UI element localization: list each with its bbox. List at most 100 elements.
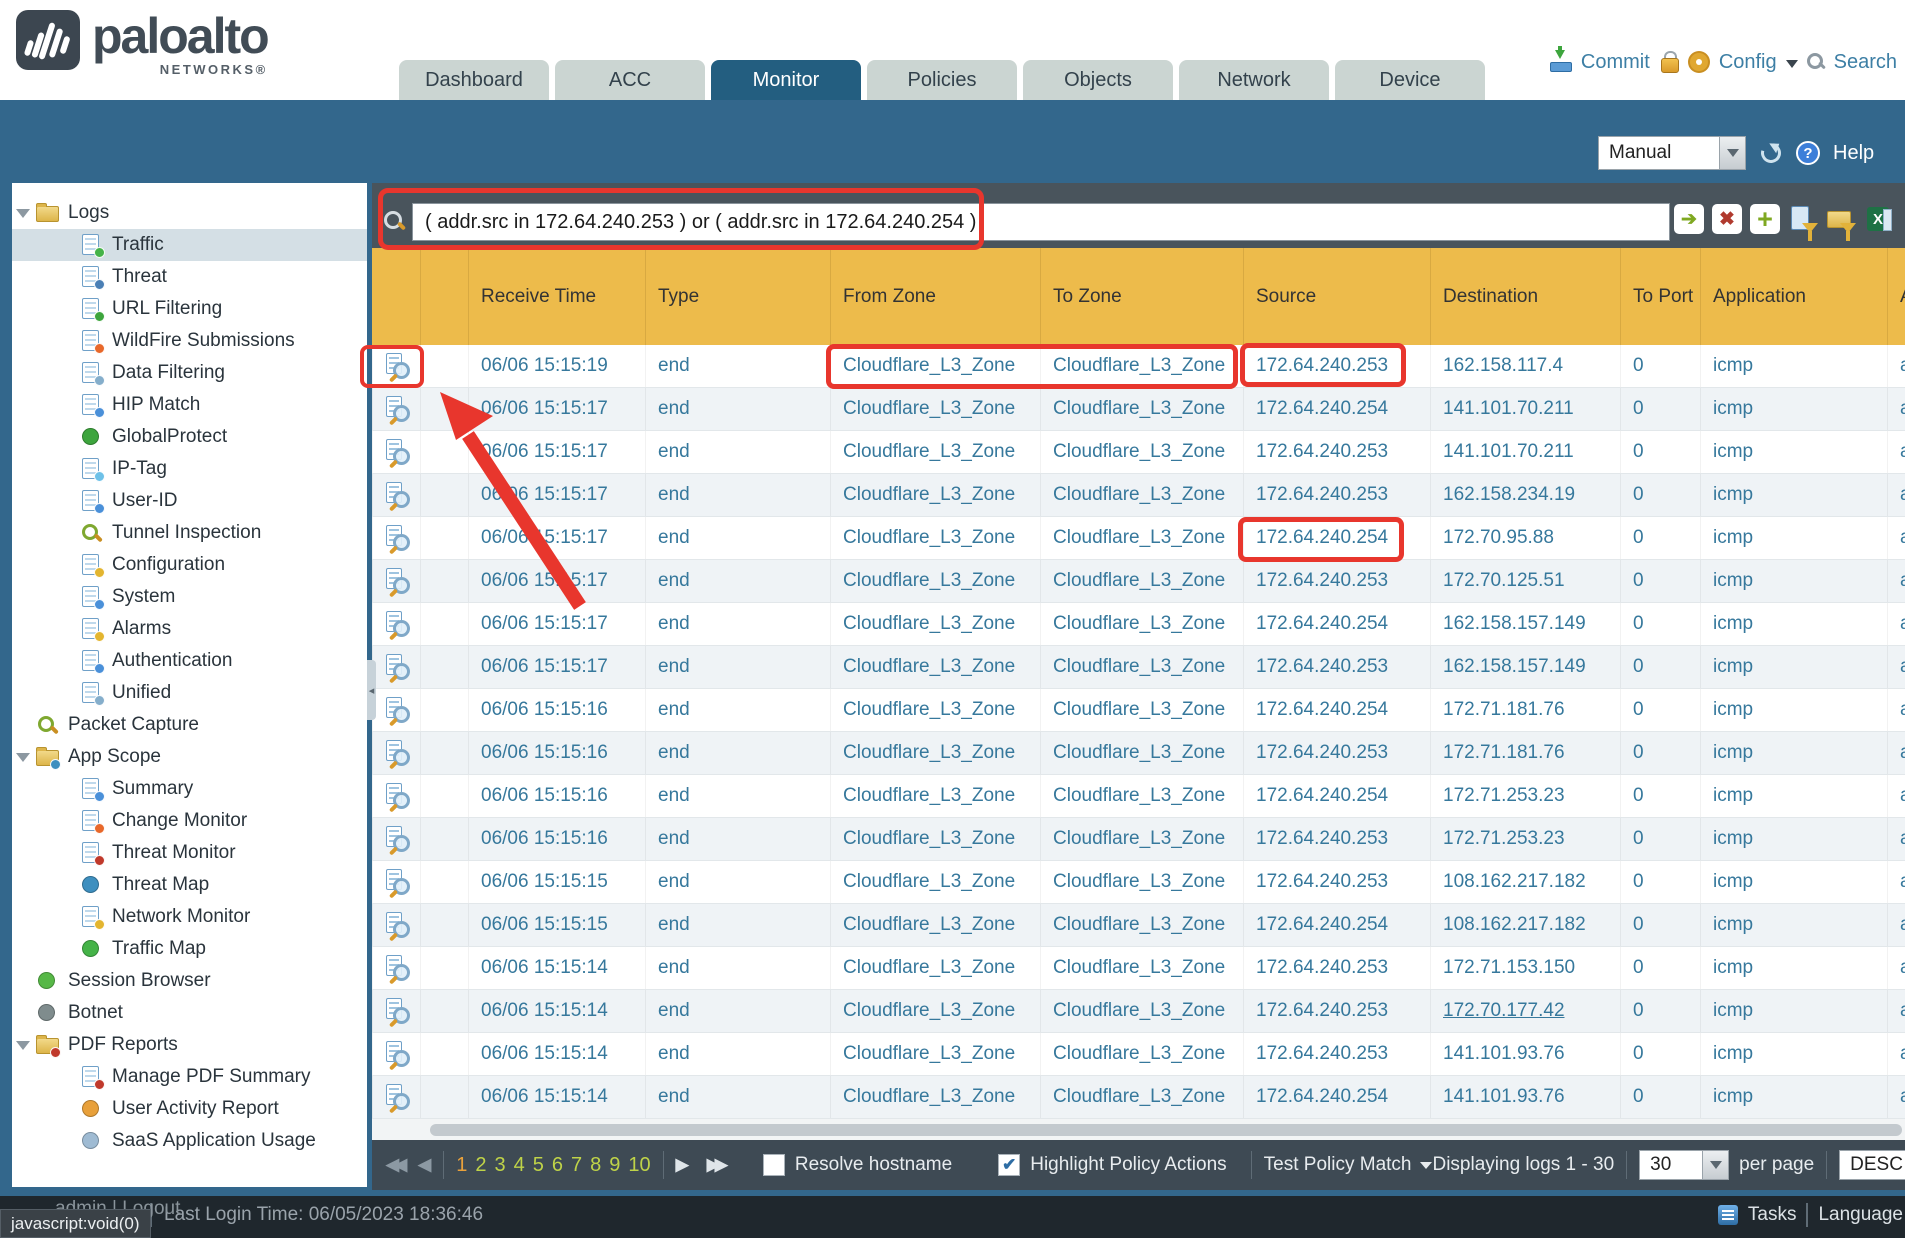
- page-number-1[interactable]: 1: [456, 1154, 467, 1177]
- sidebar-item-change-monitor[interactable]: Change Monitor: [12, 805, 367, 837]
- per-page-select[interactable]: 30: [1639, 1150, 1729, 1180]
- sidebar-item-traffic-map[interactable]: Traffic Map: [12, 933, 367, 965]
- sidebar-item-data-filtering[interactable]: Data Filtering: [12, 357, 367, 389]
- column-header-source[interactable]: Source: [1243, 248, 1430, 345]
- log-detail-magnifier-icon[interactable]: [386, 654, 408, 680]
- commit-button[interactable]: Commit: [1581, 51, 1650, 74]
- page-number-7[interactable]: 7: [571, 1154, 582, 1177]
- refresh-interval-value[interactable]: Manual: [1598, 136, 1720, 170]
- page-number-4[interactable]: 4: [514, 1154, 525, 1177]
- column-header-action[interactable]: Action: [1887, 248, 1905, 345]
- sidebar-item-globalprotect[interactable]: GlobalProtect: [12, 421, 367, 453]
- log-detail-magnifier-icon[interactable]: [386, 783, 408, 809]
- refresh-interval-select[interactable]: Manual: [1598, 136, 1746, 170]
- log-detail-magnifier-icon[interactable]: [386, 396, 408, 422]
- export-csv-button[interactable]: X: [1864, 204, 1894, 234]
- load-filter-button[interactable]: [1826, 204, 1856, 234]
- destination-link[interactable]: 172.70.177.42: [1443, 1000, 1565, 1022]
- sidebar-item-user-activity-report[interactable]: User Activity Report: [12, 1093, 367, 1125]
- clear-filter-button[interactable]: ✖: [1712, 204, 1742, 234]
- sort-order-select[interactable]: DESC: [1839, 1150, 1905, 1180]
- log-detail-magnifier-icon[interactable]: [386, 525, 408, 551]
- tab-monitor[interactable]: Monitor: [711, 60, 861, 100]
- page-number-5[interactable]: 5: [533, 1154, 544, 1177]
- sidebar-item-user-id[interactable]: User-ID: [12, 485, 367, 517]
- log-detail-magnifier-icon[interactable]: [386, 912, 408, 938]
- tab-acc[interactable]: ACC: [555, 60, 705, 100]
- prev-page-button[interactable]: ◀: [418, 1155, 431, 1175]
- last-page-button[interactable]: ▶▶: [707, 1155, 723, 1175]
- tasks-button[interactable]: Tasks: [1748, 1204, 1797, 1226]
- sidebar-item-wildfire-submissions[interactable]: WildFire Submissions: [12, 325, 367, 357]
- resolve-hostname-checkbox[interactable]: [763, 1154, 785, 1176]
- log-detail-magnifier-icon[interactable]: [386, 568, 408, 594]
- sidebar-item-unified[interactable]: Unified: [12, 677, 367, 709]
- highlight-policy-actions-checkbox[interactable]: ✔: [998, 1154, 1020, 1176]
- sidebar-item-botnet[interactable]: Botnet: [12, 997, 367, 1029]
- log-detail-magnifier-icon[interactable]: [386, 1084, 408, 1110]
- log-detail-magnifier-icon[interactable]: [386, 439, 408, 465]
- sidebar-item-manage-pdf-summary[interactable]: Manage PDF Summary: [12, 1061, 367, 1093]
- log-detail-magnifier-icon[interactable]: [386, 955, 408, 981]
- per-page-caret-icon[interactable]: [1703, 1150, 1729, 1180]
- sidebar-item-authentication[interactable]: Authentication: [12, 645, 367, 677]
- horizontal-scrollbar[interactable]: [372, 1119, 1905, 1140]
- column-header-receive-time[interactable]: Receive Time: [468, 248, 645, 345]
- lock-icon[interactable]: [1659, 50, 1679, 74]
- filter-builder-button[interactable]: [1788, 204, 1818, 234]
- expander-icon[interactable]: [16, 209, 30, 218]
- sidebar-item-tunnel-inspection[interactable]: Tunnel Inspection: [12, 517, 367, 549]
- sidebar-item-saas-application-usage[interactable]: SaaS Application Usage: [12, 1125, 367, 1157]
- sidebar-item-threat-map[interactable]: Threat Map: [12, 869, 367, 901]
- per-page-value[interactable]: 30: [1639, 1150, 1703, 1180]
- column-header-from-zone[interactable]: From Zone: [830, 248, 1040, 345]
- sidebar-item-url-filtering[interactable]: URL Filtering: [12, 293, 367, 325]
- sidebar-item-threat[interactable]: Threat: [12, 261, 367, 293]
- sidebar-collapse-handle[interactable]: ◂: [367, 660, 376, 720]
- sidebar-item-ip-tag[interactable]: IP-Tag: [12, 453, 367, 485]
- column-header-to-port[interactable]: To Port: [1620, 248, 1700, 345]
- refresh-interval-caret-icon[interactable]: [1720, 136, 1746, 170]
- sidebar-item-system[interactable]: System: [12, 581, 367, 613]
- log-detail-magnifier-icon[interactable]: [386, 826, 408, 852]
- tab-dashboard[interactable]: Dashboard: [399, 60, 549, 100]
- config-caret-icon[interactable]: [1786, 60, 1798, 68]
- page-number-10[interactable]: 10: [628, 1154, 650, 1177]
- page-number-2[interactable]: 2: [475, 1154, 486, 1177]
- column-header-to-zone[interactable]: To Zone: [1040, 248, 1243, 345]
- log-detail-magnifier-icon[interactable]: [386, 1041, 408, 1067]
- tab-objects[interactable]: Objects: [1023, 60, 1173, 100]
- sidebar-item-session-browser[interactable]: Session Browser: [12, 965, 367, 997]
- log-detail-magnifier-icon[interactable]: [386, 482, 408, 508]
- sidebar-item-packet-capture[interactable]: Packet Capture: [12, 709, 367, 741]
- add-filter-button[interactable]: +: [1750, 204, 1780, 234]
- language-button[interactable]: Language: [1818, 1204, 1903, 1226]
- column-header-type[interactable]: Type: [645, 248, 830, 345]
- refresh-icon[interactable]: [1759, 141, 1783, 165]
- help-button[interactable]: Help: [1833, 142, 1874, 165]
- tab-policies[interactable]: Policies: [867, 60, 1017, 100]
- page-number-8[interactable]: 8: [590, 1154, 601, 1177]
- column-header-destination[interactable]: Destination: [1430, 248, 1620, 345]
- sidebar-item-summary[interactable]: Summary: [12, 773, 367, 805]
- config-button[interactable]: Config: [1719, 51, 1777, 74]
- log-detail-magnifier-icon[interactable]: [386, 740, 408, 766]
- horizontal-scrollbar-thumb[interactable]: [430, 1124, 1902, 1136]
- tab-device[interactable]: Device: [1335, 60, 1485, 100]
- sort-order-value[interactable]: DESC: [1839, 1150, 1905, 1180]
- page-number-9[interactable]: 9: [609, 1154, 620, 1177]
- sidebar-item-logs[interactable]: Logs: [12, 197, 367, 229]
- test-policy-match-caret-icon[interactable]: [1420, 1162, 1432, 1169]
- log-detail-magnifier-icon[interactable]: [386, 697, 408, 723]
- sidebar-item-hip-match[interactable]: HIP Match: [12, 389, 367, 421]
- column-header-application[interactable]: Application: [1700, 248, 1887, 345]
- log-detail-magnifier-icon[interactable]: [386, 998, 408, 1024]
- log-detail-magnifier-icon[interactable]: [386, 353, 408, 379]
- sidebar-item-app-scope[interactable]: App Scope: [12, 741, 367, 773]
- apply-filter-button[interactable]: ➔: [1674, 204, 1704, 234]
- sidebar-item-configuration[interactable]: Configuration: [12, 549, 367, 581]
- sidebar-item-threat-monitor[interactable]: Threat Monitor: [12, 837, 367, 869]
- log-detail-magnifier-icon[interactable]: [386, 611, 408, 637]
- sidebar-item-pdf-reports[interactable]: PDF Reports: [12, 1029, 367, 1061]
- search-button[interactable]: Search: [1834, 51, 1897, 74]
